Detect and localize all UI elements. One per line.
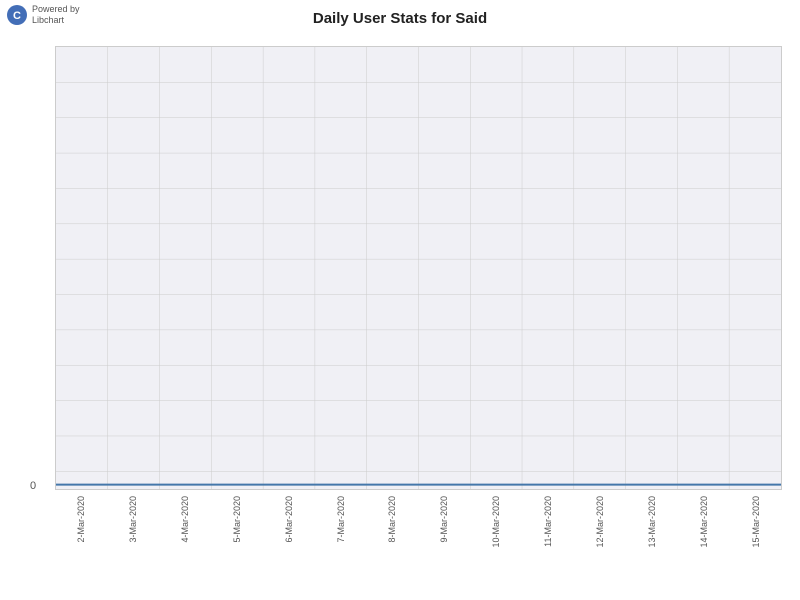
y-axis-zero-label: 0	[30, 480, 36, 492]
x-axis-label: 11-Mar-2020	[522, 496, 574, 547]
chart-area	[55, 46, 782, 490]
x-axis-label: 8-Mar-2020	[367, 496, 419, 543]
x-axis-label: 9-Mar-2020	[418, 496, 470, 543]
x-axis-label: 4-Mar-2020	[159, 496, 211, 543]
x-axis-label: 3-Mar-2020	[107, 496, 159, 543]
x-axis-label: 2-Mar-2020	[55, 496, 107, 543]
x-axis-label: 6-Mar-2020	[263, 496, 315, 543]
x-axis-label: 12-Mar-2020	[574, 496, 626, 548]
x-axis-label: 15-Mar-2020	[730, 496, 782, 548]
x-axis-label: 7-Mar-2020	[315, 496, 367, 543]
x-axis-label: 14-Mar-2020	[678, 496, 730, 548]
x-axis-label: 5-Mar-2020	[211, 496, 263, 543]
x-axis-container: 2-Mar-20203-Mar-20204-Mar-20205-Mar-2020…	[55, 490, 782, 600]
chart-svg	[56, 47, 781, 489]
chart-title: Daily User Stats for Said	[0, 10, 800, 27]
chart-container: C Powered by Libchart Daily User Stats f…	[0, 0, 800, 600]
x-axis-label: 10-Mar-2020	[470, 496, 522, 548]
x-axis-label: 13-Mar-2020	[626, 496, 678, 548]
